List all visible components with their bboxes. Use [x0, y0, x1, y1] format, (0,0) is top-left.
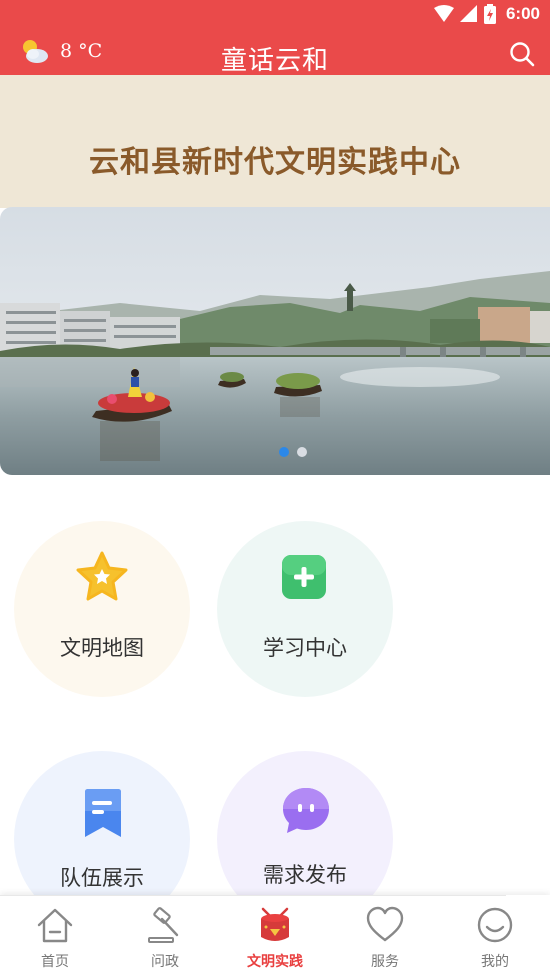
lake-town-photo	[0, 207, 550, 475]
app-title: 童话云和	[220, 46, 329, 76]
tab-civilization-practice[interactable]: 文明实践	[220, 901, 330, 973]
banner-title: 云和县新时代文明实践中心	[89, 145, 461, 180]
image-carousel[interactable]	[0, 207, 550, 475]
tab-home[interactable]: 首页	[0, 901, 110, 973]
tab-label: 问政	[151, 954, 179, 970]
status-icons: 6:00	[433, 4, 540, 24]
tab-inquiry[interactable]: 问政	[110, 901, 220, 973]
carousel-dot-1[interactable]	[279, 447, 289, 457]
tab-service[interactable]: 服务	[330, 901, 440, 973]
bookmark-icon	[85, 789, 121, 837]
heart-icon	[366, 906, 404, 942]
drum-icon	[261, 907, 289, 941]
carousel-dot-2[interactable]	[297, 447, 307, 457]
feature-label: 队伍展示	[60, 866, 144, 890]
status-time: 6:00	[505, 4, 540, 23]
plus-square-icon	[282, 555, 326, 599]
carousel-dots	[279, 447, 307, 457]
bottom-tab-bar: 首页 问政 文明实践 服务 我的	[0, 895, 550, 978]
app-header: 8 °C 童话云和	[0, 30, 550, 76]
home-icon	[37, 908, 73, 943]
tab-label: 我的	[481, 954, 509, 970]
tab-mine[interactable]: 我的	[440, 901, 550, 973]
feature-label: 文明地图	[60, 636, 144, 660]
tab-label: 服务	[371, 954, 399, 970]
status-bar: 6:00	[0, 0, 550, 30]
search-icon[interactable]	[508, 40, 536, 68]
wifi-icon	[433, 5, 454, 22]
app-screen: 6:00 8 °C 童话云和 云和县新时代文明实践中心 文明地图 学习中心 队伍…	[0, 0, 550, 978]
banner-header: 云和县新时代文明实践中心	[0, 75, 550, 208]
battery-icon	[483, 4, 496, 24]
chat-bubble-icon	[283, 788, 329, 833]
feature-label: 学习中心	[263, 636, 347, 660]
gavel-icon	[148, 907, 179, 943]
star-icon	[76, 551, 128, 601]
feature-civilization-map[interactable]: 文明地图	[14, 521, 190, 697]
tab-label: 文明实践	[247, 954, 303, 970]
signal-icon	[459, 5, 477, 22]
feature-learning-center[interactable]: 学习中心	[217, 521, 393, 697]
smiley-icon	[477, 907, 513, 943]
tab-label: 首页	[41, 954, 69, 970]
feature-label: 需求发布	[263, 863, 347, 887]
